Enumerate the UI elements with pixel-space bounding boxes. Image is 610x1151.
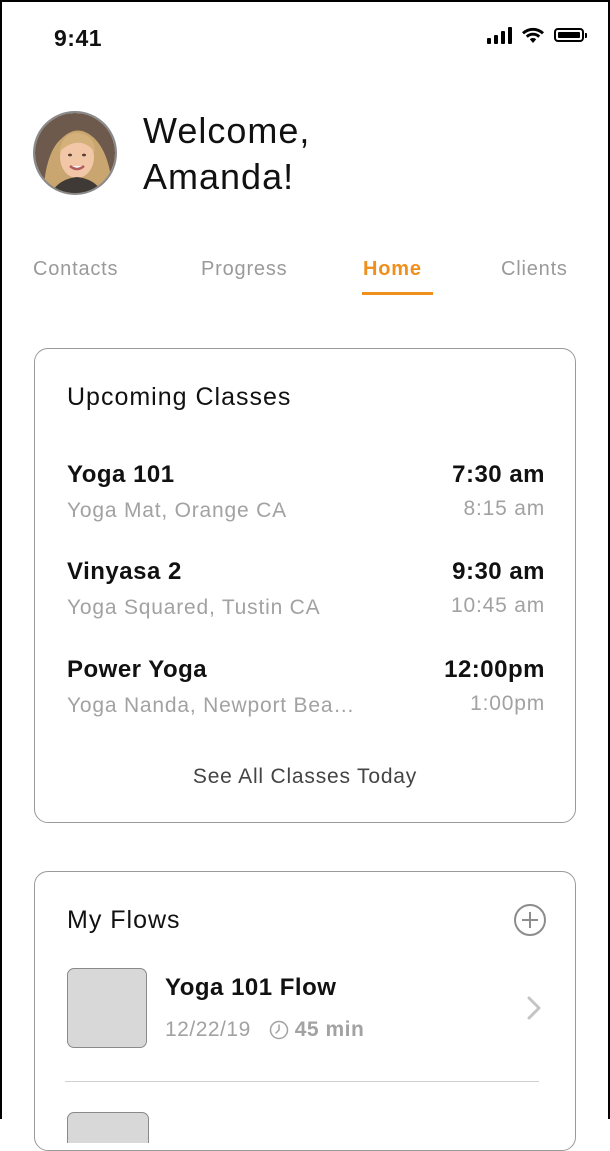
my-flows-card: My Flows Yoga 101 Flow 12/22/19 45 min: [34, 871, 576, 1151]
class-row[interactable]: Vinyasa 2 Yoga Squared, Tustin CA 9:30 a…: [67, 558, 545, 628]
class-start-time: 9:30 am: [452, 558, 545, 585]
signal-icon: [487, 26, 512, 44]
status-time: 9:41: [54, 25, 103, 51]
flow-date: 12/22/19: [165, 1018, 251, 1041]
see-all-classes-link[interactable]: See All Classes Today: [35, 765, 575, 789]
avatar[interactable]: [33, 111, 117, 195]
wifi-icon: [522, 27, 544, 43]
class-end-time: 8:15 am: [463, 497, 545, 520]
class-end-time: 10:45 am: [451, 594, 545, 617]
active-tab-indicator: [362, 292, 433, 295]
class-row[interactable]: Power Yoga Yoga Nanda, Newport Bea… 12:0…: [67, 656, 545, 726]
class-name: Yoga 101: [67, 461, 175, 488]
tab-home[interactable]: Home: [363, 258, 422, 281]
class-name: Power Yoga: [67, 656, 208, 683]
flow-duration: 45 min: [294, 1018, 365, 1041]
flow-meta: 12/22/19 45 min: [165, 1018, 364, 1042]
avatar-photo: [35, 113, 115, 193]
tab-contacts[interactable]: Contacts: [33, 258, 118, 281]
class-location: Yoga Squared, Tustin CA: [67, 596, 321, 619]
flow-thumbnail-partial: [67, 1112, 149, 1143]
class-location: Yoga Nanda, Newport Bea…: [67, 694, 356, 717]
tab-bar: Contacts Progress Home Clients: [0, 258, 606, 298]
my-flows-title: My Flows: [67, 906, 181, 934]
class-name: Vinyasa 2: [67, 558, 182, 585]
flow-list-item[interactable]: Yoga 101 Flow 12/22/19 45 min: [67, 968, 545, 1052]
tab-progress[interactable]: Progress: [201, 258, 287, 281]
upcoming-classes-title: Upcoming Classes: [67, 383, 292, 411]
tab-clients[interactable]: Clients: [501, 258, 568, 281]
flow-thumbnail: [67, 968, 147, 1048]
class-start-time: 7:30 am: [452, 461, 545, 488]
welcome-heading: Welcome, Amanda!: [143, 108, 310, 200]
chevron-right-icon: [527, 996, 541, 1020]
class-location: Yoga Mat, Orange CA: [67, 499, 287, 522]
class-row[interactable]: Yoga 101 Yoga Mat, Orange CA 7:30 am 8:1…: [67, 461, 545, 531]
flow-name: Yoga 101 Flow: [165, 974, 337, 1001]
list-divider: [65, 1081, 539, 1082]
battery-icon: [554, 28, 587, 42]
welcome-line-2: Amanda!: [143, 156, 295, 197]
add-flow-button[interactable]: [514, 904, 546, 936]
class-end-time: 1:00pm: [470, 692, 545, 715]
welcome-line-1: Welcome,: [143, 110, 311, 151]
upcoming-classes-card: Upcoming Classes Yoga 101 Yoga Mat, Oran…: [34, 348, 576, 823]
class-start-time: 12:00pm: [444, 656, 545, 683]
clock-icon: [269, 1020, 288, 1040]
status-icons: [487, 26, 587, 44]
